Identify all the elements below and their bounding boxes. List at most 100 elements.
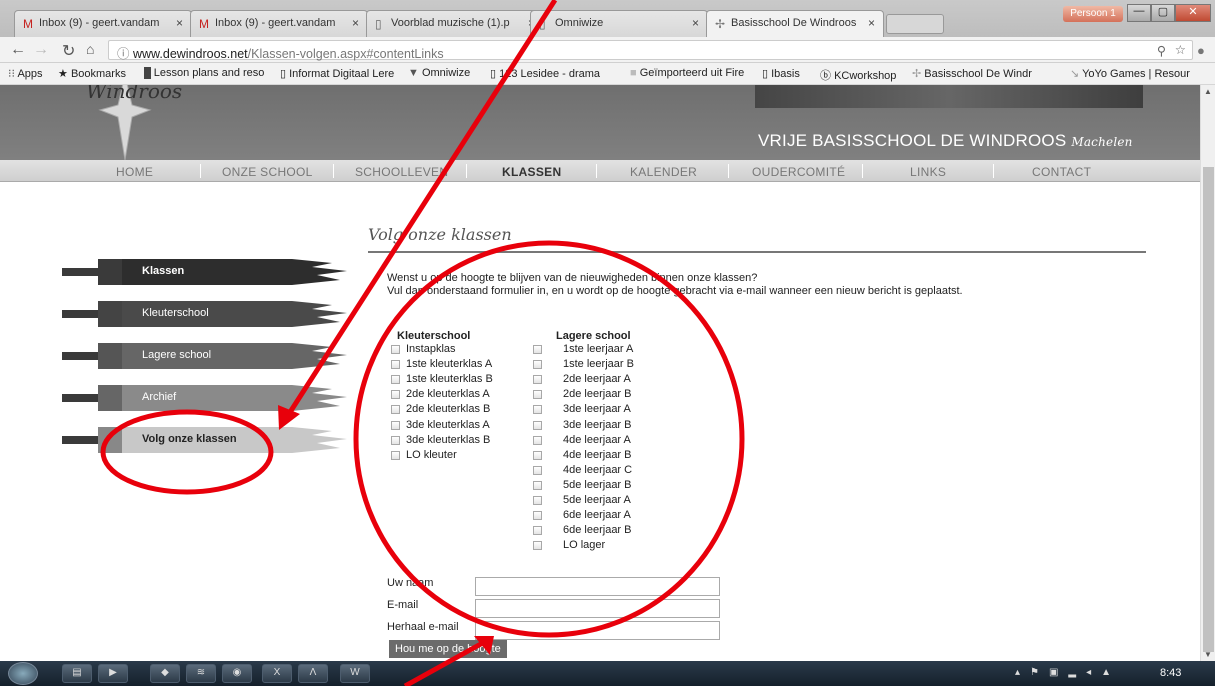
scrollbar-thumb[interactable] — [1203, 167, 1214, 652]
media-player-icon[interactable]: ▶ — [98, 664, 128, 683]
menu-home[interactable]: HOME — [116, 165, 153, 179]
tab-omniwize[interactable]: ▯ Omniwize × — [530, 10, 708, 37]
menu-klassen[interactable]: KLASSEN — [502, 165, 561, 179]
tab-gmail-2[interactable]: M Inbox (9) - geert.vandam × — [190, 10, 368, 37]
sidebar-item-klassen[interactable]: Klassen — [62, 255, 352, 289]
checkbox[interactable] — [533, 511, 542, 521]
checkbox[interactable] — [533, 541, 542, 551]
back-arrow-icon[interactable]: ← — [10, 41, 26, 59]
document-icon: ▯ — [375, 17, 382, 31]
document-icon: ▯ — [280, 68, 287, 80]
school-name: VRIJE BASISSCHOOL DE WINDROOS Machelen — [758, 131, 1133, 150]
scroll-up-icon[interactable]: ▲ — [1204, 87, 1212, 96]
menu-links[interactable]: LINKS — [910, 165, 946, 179]
url-input[interactable]: ⓘ www.dewindroos.net/Klassen-volgen.aspx… — [108, 40, 1193, 61]
checkbox[interactable] — [391, 375, 400, 385]
checkbox[interactable] — [533, 390, 542, 400]
forward-arrow-icon[interactable]: → — [33, 41, 49, 59]
new-tab-button[interactable] — [886, 14, 944, 34]
bookmark-lesidee[interactable]: ▯ 123 Lesidee - drama — [490, 67, 600, 80]
pdf-icon[interactable]: Ʌ — [298, 664, 328, 683]
maximize-button[interactable]: ▢ — [1151, 4, 1175, 22]
checkbox[interactable] — [533, 480, 542, 490]
close-icon[interactable]: × — [176, 16, 183, 30]
vertical-scrollbar[interactable]: ▲ ▼ — [1200, 85, 1215, 661]
reload-icon[interactable]: ↻ — [62, 41, 75, 61]
chrome-icon[interactable]: ◉ — [222, 664, 252, 683]
gmail-icon: M — [23, 17, 33, 31]
profile-button[interactable]: Persoon 1 — [1063, 6, 1123, 22]
repeat-email-input[interactable] — [475, 621, 720, 640]
checkbox[interactable] — [391, 450, 400, 460]
subscribe-button[interactable]: Hou me op de hoogte — [389, 640, 507, 658]
zoom-icon[interactable]: ⚲ — [1157, 43, 1166, 58]
bookmark-basisschool[interactable]: ✢ Basisschool De Windr — [912, 67, 1032, 80]
bookmark-ibasis[interactable]: ▯ Ibasis — [762, 67, 800, 80]
info-icon: ⓘ — [117, 47, 130, 61]
bookmark-yoyo[interactable]: ↘ YoYo Games | Resour — [1070, 67, 1190, 80]
file-explorer-icon[interactable]: ▤ — [62, 664, 92, 683]
sidebar-item-archief[interactable]: Archief — [62, 381, 352, 415]
checkbox[interactable] — [391, 405, 400, 415]
close-icon[interactable]: × — [868, 16, 875, 30]
word-icon[interactable]: W — [340, 664, 370, 683]
tab-windroos[interactable]: ✢ Basisschool De Windroos × — [706, 10, 884, 38]
minimize-button[interactable]: — — [1127, 4, 1151, 22]
windows-media-icon[interactable]: ◆ — [150, 664, 180, 683]
checkbox[interactable] — [533, 526, 542, 536]
close-icon[interactable]: × — [692, 16, 699, 30]
bookmark-apps[interactable]: ⁝⁝ Apps — [8, 67, 43, 80]
extension-icon[interactable]: ● — [1197, 43, 1205, 58]
star-icon[interactable]: ☆ — [1175, 42, 1186, 57]
checkbox[interactable] — [533, 345, 542, 354]
bookmark-geimporteerd[interactable]: ■ Geïmporteerd uit Fire — [630, 67, 744, 79]
start-button[interactable] — [8, 662, 38, 685]
menu-onze-school[interactable]: ONZE SCHOOL — [222, 165, 313, 179]
bookmark-kcworkshop[interactable]: ⓑ KCworkshop — [820, 67, 896, 83]
checkbox[interactable] — [533, 375, 542, 385]
bookmark-omniwize[interactable]: ▼ Omniwize — [408, 67, 470, 79]
checkbox[interactable] — [391, 420, 400, 430]
close-icon[interactable]: × — [352, 16, 359, 30]
checkbox[interactable] — [391, 360, 400, 370]
checkbox[interactable] — [391, 435, 400, 445]
page-title: Volg onze klassen — [368, 225, 512, 244]
checkbox[interactable] — [533, 496, 542, 505]
bookmark-bookmarks[interactable]: ★ Bookmarks — [58, 67, 126, 80]
tab-gmail-1[interactable]: M Inbox (9) - geert.vandam × — [14, 10, 192, 37]
scroll-down-icon[interactable]: ▼ — [1204, 650, 1212, 659]
checkbox-label: 6de leerjaar A — [563, 509, 631, 522]
excel-icon[interactable]: X — [262, 664, 292, 683]
close-window-button[interactable]: ✕ — [1175, 4, 1211, 22]
bookmark-informat[interactable]: ▯ Informat Digitaal Lere — [280, 67, 394, 80]
menu-contact[interactable]: CONTACT — [1032, 165, 1091, 179]
checkbox[interactable] — [533, 450, 542, 460]
menu-schoolleven[interactable]: SCHOOLLEVEN — [355, 165, 448, 179]
school-town: Machelen — [1071, 135, 1133, 149]
bookmark-lesson-plans[interactable]: ■ Lesson plans and reso — [144, 67, 264, 79]
name-input[interactable] — [475, 577, 720, 596]
checkbox[interactable] — [533, 435, 542, 445]
checkbox[interactable] — [533, 405, 542, 415]
menu-separator — [728, 164, 729, 178]
email-input[interactable] — [475, 599, 720, 618]
checkbox[interactable] — [391, 345, 400, 354]
menu-oudercomite[interactable]: OUDERCOMITÉ — [752, 165, 845, 179]
checkbox[interactable] — [533, 465, 542, 475]
document-icon: ▯ — [762, 68, 769, 80]
checkbox[interactable] — [533, 420, 542, 430]
menu-kalender[interactable]: KALENDER — [630, 165, 697, 179]
sidebar-item-kleuterschool[interactable]: Kleuterschool — [62, 297, 352, 331]
tab-voorblad[interactable]: ▯ Voorblad muzische (1).p × — [366, 10, 544, 37]
sidebar-item-lagere-school[interactable]: Lagere school — [62, 339, 352, 373]
checkbox[interactable] — [391, 390, 400, 400]
sidebar-item-volg-onze-klassen[interactable]: Volg onze klassen — [62, 423, 352, 457]
menu-separator — [200, 164, 201, 178]
home-icon[interactable]: ⌂ — [86, 41, 94, 57]
checkbox-label: 3de kleuterklas B — [406, 433, 491, 446]
spotify-icon[interactable]: ≋ — [186, 664, 216, 683]
tab-label: Basisschool De Windroos — [731, 17, 857, 29]
checkbox[interactable] — [533, 360, 542, 370]
intro-line-1: Wenst u op de hoogte te blijven van de n… — [387, 272, 758, 284]
system-tray-icons[interactable]: ▴⚑▣▂◂▲ — [1015, 667, 1121, 678]
